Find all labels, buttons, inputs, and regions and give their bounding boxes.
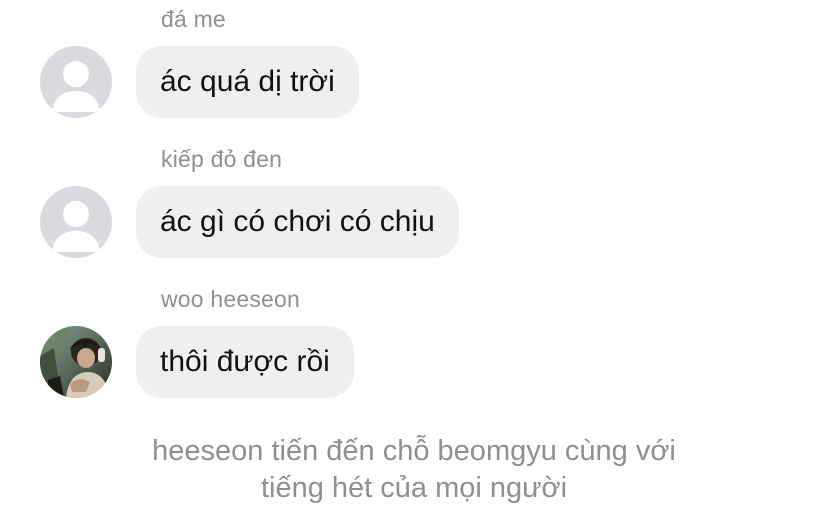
sender-name[interactable]: đá me xyxy=(161,6,226,33)
photo-avatar[interactable] xyxy=(40,326,112,398)
sender-name[interactable]: woo heeseon xyxy=(161,286,300,313)
system-notice: heeseon tiến đến chỗ beomgyu cùng với ti… xyxy=(0,433,828,507)
default-avatar-icon[interactable] xyxy=(40,186,112,258)
message-bubble[interactable]: ác gì có chơi có chịu xyxy=(136,186,459,258)
message-bubble[interactable]: ác quá dị trời xyxy=(136,46,359,118)
default-avatar-icon[interactable] xyxy=(40,46,112,118)
sender-name[interactable]: kiếp đỏ đen xyxy=(161,146,282,173)
system-notice-line: heeseon tiến đến chỗ beomgyu cùng với xyxy=(152,435,676,467)
message-bubble[interactable]: thôi được rồi xyxy=(136,326,354,398)
system-notice-line: tiếng hét của mọi người xyxy=(260,472,568,504)
